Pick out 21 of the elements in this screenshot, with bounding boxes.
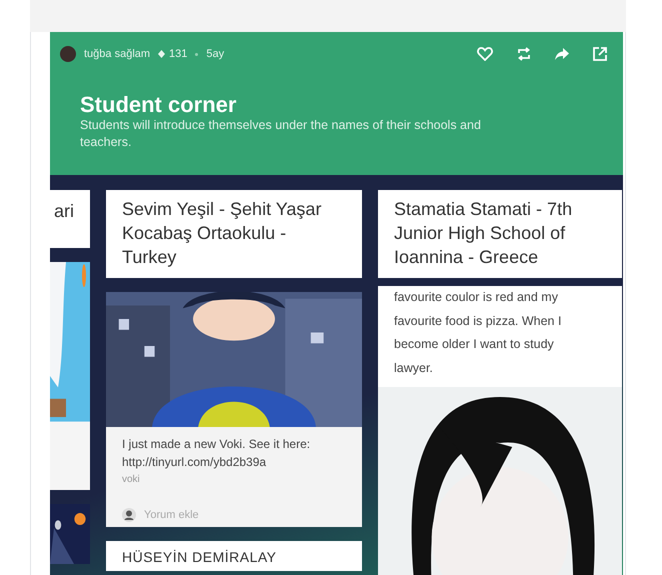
card-title: HÜSEYİN DEMİRALAY — [106, 540, 362, 571]
external-link-icon[interactable] — [593, 47, 607, 62]
source-label: voki — [122, 473, 141, 487]
board-title: Student corner — [80, 92, 238, 117]
repost-icon[interactable] — [517, 47, 531, 62]
user-avatar-icon — [122, 508, 136, 522]
post-age: 5ay — [206, 47, 224, 62]
dot-icon — [195, 52, 198, 56]
diamond-icon — [158, 50, 166, 58]
card-title: Sevim Yeşil - Şehit Yaşar Kocabaş Ortaokulu - Turkey — [106, 190, 362, 278]
card-title: Stamatia Stamati - 7th Junior High School of Ioannina - Greece — [378, 190, 622, 278]
score-count: 131 — [169, 47, 188, 62]
share-icon[interactable] — [555, 48, 569, 60]
post-text: I just made a new Voki. See it here: http://tinyurl.com/ybd2b39a — [122, 436, 312, 472]
heart-icon[interactable] — [477, 47, 493, 62]
post-text: favourite coulor is red and my favourite food is pizza. When I become older I want to study lawyer. — [393, 288, 562, 378]
card-title: ari — [50, 190, 90, 248]
comment-input[interactable]: Yorum ekle — [144, 507, 199, 524]
avatar-icon — [60, 46, 76, 62]
board-description: Students will introduce themselves under the names of their schools and teachers. — [80, 116, 482, 152]
author-name[interactable]: tuğba sağlam — [84, 46, 150, 62]
